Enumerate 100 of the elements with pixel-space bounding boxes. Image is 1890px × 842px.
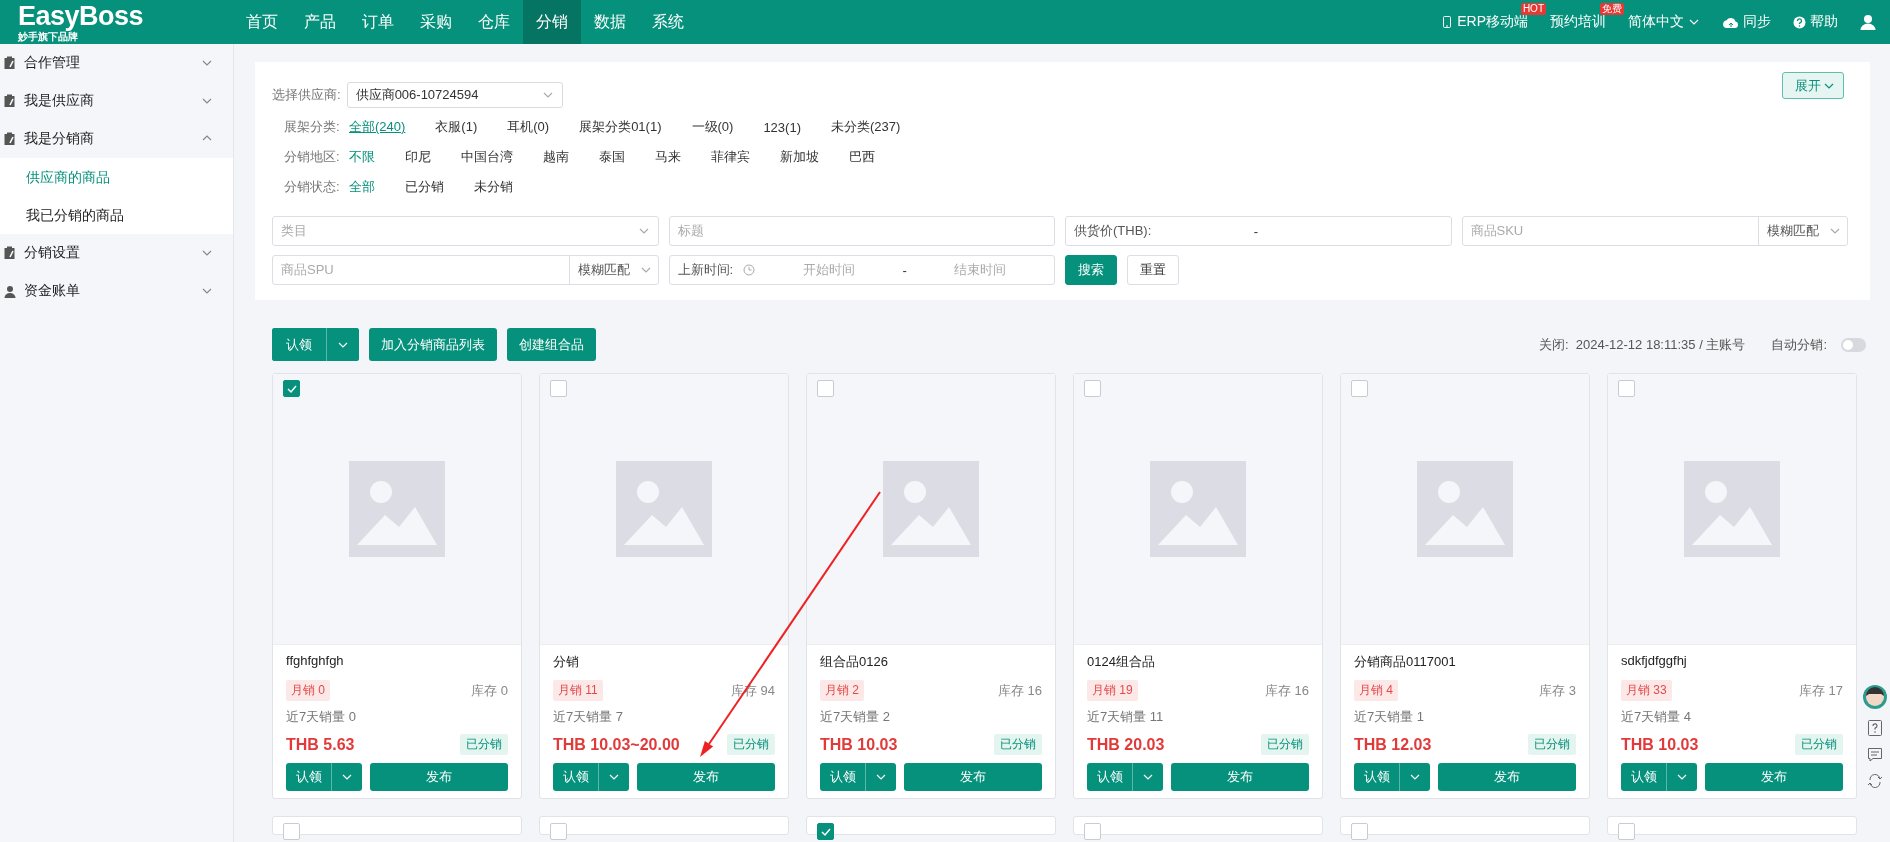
filter-option[interactable]: 未分类(237) — [830, 118, 901, 136]
status-tag: 已分销 — [994, 734, 1042, 755]
checkbox[interactable] — [1351, 380, 1368, 397]
price-range-input[interactable]: 供货价(THB): - — [1065, 216, 1452, 246]
checkbox[interactable] — [283, 380, 300, 397]
topbar-link[interactable]: 预约培训 — [1550, 13, 1606, 31]
topbar-link[interactable]: ERP移动端 — [1457, 13, 1528, 31]
chat-icon[interactable] — [1867, 747, 1883, 763]
publish-button[interactable]: 发布 — [1171, 763, 1309, 791]
publish-button[interactable]: 发布 — [1438, 763, 1576, 791]
sidebar-subitem[interactable]: 供应商的商品 — [0, 158, 233, 196]
dropdown-button[interactable] — [1133, 763, 1163, 791]
add-to-list-button[interactable]: 加入分销商品列表 — [369, 328, 497, 361]
logo[interactable]: EasyBoss — [18, 2, 233, 30]
checkbox[interactable] — [1351, 823, 1368, 840]
dropdown-button[interactable] — [332, 763, 362, 791]
sidebar-item[interactable]: 分销设置 — [0, 234, 233, 272]
checkbox[interactable] — [1618, 380, 1635, 397]
publish-button[interactable]: 发布 — [904, 763, 1042, 791]
filter-option[interactable]: 全部(240) — [349, 118, 406, 136]
price-text: THB 10.03~20.00 — [553, 735, 680, 754]
checkbox[interactable] — [1618, 823, 1635, 840]
help-document-icon[interactable] — [1867, 719, 1883, 737]
publish-button[interactable]: 发布 — [1705, 763, 1843, 791]
date-range-input[interactable]: 上新时间: 开始时间 - 结束时间 — [668, 255, 1055, 285]
nav-tab[interactable]: 数据 — [581, 0, 639, 44]
avatar-icon[interactable] — [1863, 685, 1887, 709]
claim-button[interactable]: 认领 — [272, 328, 327, 361]
field-label: 选择供应商: — [272, 86, 341, 104]
sidebar-item[interactable]: 合作管理 — [0, 44, 233, 82]
search-button[interactable]: 搜索 — [1065, 255, 1117, 285]
nav-tab[interactable]: 产品 — [291, 0, 349, 44]
toggle-switch[interactable] — [1841, 337, 1866, 352]
monthly-sales-tag: 月销 33 — [1621, 680, 1672, 701]
filter-option[interactable]: 越南 — [543, 148, 569, 166]
claim-button[interactable]: 认领 — [553, 763, 599, 791]
checkbox[interactable] — [283, 823, 300, 840]
checkbox[interactable] — [550, 380, 567, 397]
filter-label: 展架分类: — [284, 118, 341, 136]
filter-option[interactable]: 泰国 — [599, 148, 625, 166]
filter-option[interactable]: 马来 — [655, 148, 681, 166]
nav-tab[interactable]: 采购 — [407, 0, 465, 44]
publish-button[interactable]: 发布 — [637, 763, 775, 791]
filter-label: 分销地区: — [284, 148, 341, 166]
language-dropdown[interactable]: 简体中文 — [1628, 13, 1684, 31]
nav-tab[interactable]: 订单 — [349, 0, 407, 44]
filter-option[interactable]: 中国台湾 — [461, 148, 513, 166]
nav-tab[interactable]: 首页 — [233, 0, 291, 44]
create-bundle-button[interactable]: 创建组合品 — [507, 328, 596, 361]
reset-button[interactable]: 重置 — [1127, 255, 1179, 285]
filter-option[interactable]: 印尼 — [405, 148, 431, 166]
nav-tab[interactable]: 分销 — [523, 0, 581, 44]
sidebar-item[interactable]: 资金账单 — [0, 272, 233, 310]
expand-button[interactable]: 展开 — [1782, 72, 1844, 99]
title-input[interactable]: 标题 — [668, 216, 1055, 246]
refresh-icon[interactable] — [1867, 773, 1883, 789]
claim-button[interactable]: 认领 — [286, 763, 332, 791]
topbar-link[interactable]: 帮助 — [1810, 13, 1838, 31]
filter-option[interactable]: 已分销 — [405, 178, 444, 196]
filter-option[interactable]: 未分销 — [474, 178, 513, 196]
filter-option[interactable]: 菲律宾 — [711, 148, 750, 166]
filter-option[interactable]: 耳机(0) — [507, 118, 550, 136]
dropdown-button[interactable] — [599, 763, 629, 791]
claim-button[interactable]: 认领 — [1354, 763, 1400, 791]
checkbox[interactable] — [1084, 380, 1101, 397]
filter-option[interactable]: 一级(0) — [691, 118, 734, 136]
claim-button[interactable]: 认领 — [820, 763, 866, 791]
dropdown-button[interactable] — [866, 763, 896, 791]
claim-button[interactable]: 认领 — [1087, 763, 1133, 791]
topbar-link[interactable]: 同步 — [1743, 13, 1771, 31]
user-icon[interactable] — [1860, 14, 1876, 30]
toggle-label: 自动分销: — [1771, 335, 1827, 354]
nav-tab[interactable]: 仓库 — [465, 0, 523, 44]
dropdown-button[interactable] — [1667, 763, 1697, 791]
sidebar-item[interactable]: 我是分销商 — [0, 120, 233, 158]
filter-option[interactable]: 展架分类01(1) — [579, 118, 662, 136]
product-name: ffghfghfgh — [286, 653, 345, 670]
checkbox[interactable] — [817, 380, 834, 397]
filter-option[interactable]: 巴西 — [849, 148, 875, 166]
nav-tab[interactable]: 系统 — [639, 0, 697, 44]
publish-button[interactable]: 发布 — [370, 763, 508, 791]
checkbox[interactable] — [1084, 823, 1101, 840]
monthly-sales-tag: 月销 0 — [286, 680, 330, 701]
filter-option[interactable]: 新加坡 — [780, 148, 819, 166]
filter-option[interactable]: 不限 — [349, 148, 375, 166]
claim-button[interactable]: 认领 — [1621, 763, 1667, 791]
dropdown-button[interactable] — [1400, 763, 1430, 791]
sidebar-subitem[interactable]: 我已分销的商品 — [0, 196, 233, 234]
sidebar-item[interactable]: 我是供应商 — [0, 82, 233, 120]
status-tag: 已分销 — [1261, 734, 1309, 755]
filter-option[interactable]: 衣服(1) — [435, 118, 478, 136]
weekly-sales-text: 近7天销量 0 — [286, 708, 358, 726]
filter-option[interactable]: 全部 — [349, 178, 375, 196]
checkbox[interactable] — [817, 823, 834, 840]
category-select[interactable]: 类目 — [272, 216, 659, 246]
checkbox[interactable] — [550, 823, 567, 840]
weekly-sales-text: 近7天销量 7 — [553, 708, 625, 726]
filter-option[interactable]: 123(1) — [763, 119, 801, 135]
monthly-sales-tag: 月销 4 — [1354, 680, 1398, 701]
supplier-select[interactable]: 供应商006-10724594 — [346, 82, 563, 108]
